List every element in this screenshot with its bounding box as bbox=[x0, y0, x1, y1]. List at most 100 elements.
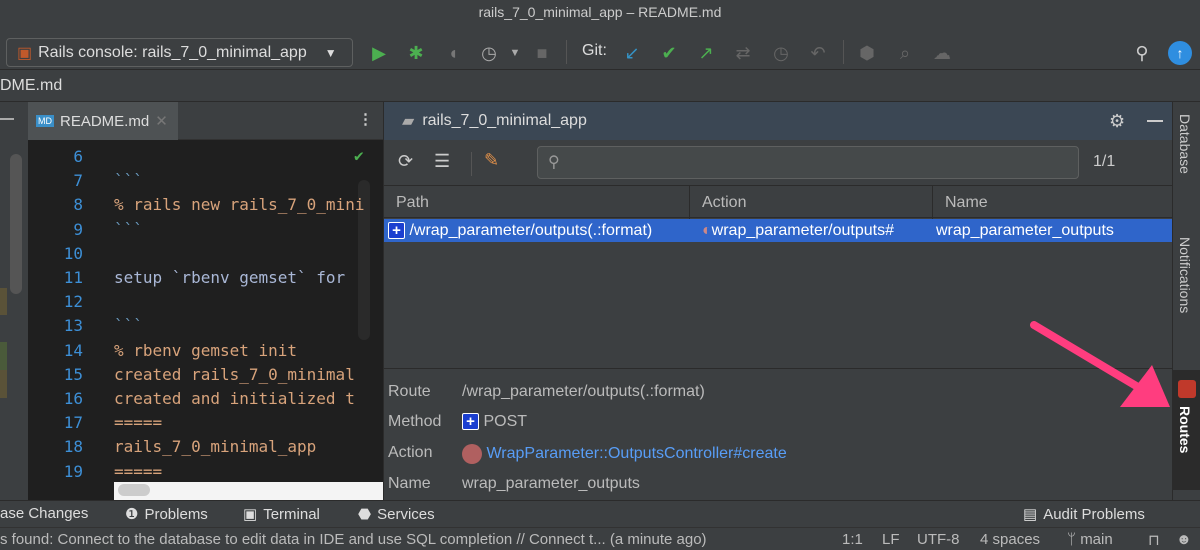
caret-position[interactable]: 1:1 bbox=[842, 531, 863, 548]
main-toolbar: ▣ Rails console: rails_7_0_minimal_app ▼… bbox=[0, 35, 1200, 70]
line-number: 15 bbox=[63, 364, 83, 384]
problems-label: Problems bbox=[144, 505, 208, 523]
line-number: 16 bbox=[63, 389, 83, 408]
column-name[interactable]: Name bbox=[933, 186, 1173, 219]
search-icon[interactable]: ⚲ bbox=[1130, 41, 1154, 65]
tool-db-changes[interactable]: ase Changes bbox=[0, 505, 88, 522]
code-line: setup `rbenv gemset` for bbox=[114, 268, 346, 287]
close-icon[interactable]: ✕ bbox=[155, 112, 168, 130]
code-line: ===== bbox=[114, 413, 163, 433]
line-number: 13 bbox=[63, 316, 83, 336]
line-number: 14 bbox=[63, 340, 83, 360]
filter-settings-icon[interactable]: ☰ bbox=[434, 151, 450, 172]
minimize-icon[interactable] bbox=[1147, 120, 1163, 122]
line-number: 17 bbox=[63, 413, 83, 433]
db-changes-label: ase Changes bbox=[0, 505, 89, 522]
run-config-select[interactable]: ▣ Rails console: rails_7_0_minimal_app ▼ bbox=[6, 38, 353, 67]
scrollbar[interactable] bbox=[10, 154, 22, 294]
route-label: Route bbox=[388, 383, 431, 400]
status-message[interactable]: s found: Connect to the database to edit… bbox=[0, 531, 707, 548]
chevron-down-icon[interactable]: ▼ bbox=[503, 41, 527, 65]
encoding[interactable]: UTF-8 bbox=[917, 531, 960, 548]
line-separator[interactable]: LF bbox=[882, 531, 900, 548]
git-branch[interactable]: ᛘ main bbox=[1067, 531, 1113, 548]
minimize-icon[interactable] bbox=[0, 118, 14, 120]
code-line: ``` bbox=[114, 219, 143, 239]
column-path[interactable]: Path bbox=[384, 186, 690, 219]
run-icon[interactable]: ▶ bbox=[367, 41, 391, 65]
post-method-icon: + bbox=[388, 222, 405, 240]
git-update-icon[interactable]: ↙ bbox=[620, 41, 644, 65]
pointer-arrow bbox=[1030, 321, 1170, 407]
hexagon-icon[interactable]: ⬢ bbox=[855, 41, 879, 65]
more-icon[interactable]: ⋮ bbox=[358, 110, 373, 128]
tool-database[interactable]: Database bbox=[1177, 114, 1193, 174]
column-action[interactable]: Action bbox=[690, 186, 933, 219]
line-number: 11 bbox=[63, 268, 83, 287]
code-area[interactable]: ✔ 6 7 ``` 8 % rails new rails_7_0_mini 9 ``` 10… bbox=[28, 140, 383, 500]
cloud-icon[interactable]: ☁ bbox=[930, 41, 954, 65]
line-number: 6 bbox=[73, 147, 83, 166]
row-path: /wrap_parameter/outputs(.:format) bbox=[409, 222, 653, 239]
debug-icon[interactable]: ✱ bbox=[404, 41, 428, 65]
routes-icon bbox=[1178, 380, 1196, 398]
code-line: % rails new rails_7_0_mini bbox=[114, 195, 365, 215]
row-action: wrap_parameter/outputs# bbox=[711, 222, 894, 239]
indent[interactable]: 4 spaces bbox=[980, 531, 1040, 548]
history-icon[interactable]: ◷ bbox=[769, 41, 793, 65]
git-merge-icon[interactable]: ⇄ bbox=[731, 41, 755, 65]
inspector-icon[interactable]: ☻ bbox=[1176, 531, 1192, 548]
post-method-icon: + bbox=[462, 413, 479, 431]
search-input[interactable]: ⚲ bbox=[537, 146, 1079, 179]
code-line: rails_7_0_minimal_app bbox=[114, 437, 317, 457]
controller-icon bbox=[462, 444, 482, 464]
branch-icon: ᛘ bbox=[1067, 531, 1077, 548]
title-bar: rails_7_0_minimal_app – README.md bbox=[0, 0, 1200, 35]
line-number: 19 bbox=[63, 461, 83, 481]
chevron-down-icon: ▼ bbox=[324, 45, 337, 60]
coverage-icon[interactable]: ◖ bbox=[441, 41, 465, 65]
navigation-bar: DME.md bbox=[0, 70, 1200, 102]
code-line: ``` bbox=[114, 171, 143, 191]
right-tool-strip: Database Notifications Routes bbox=[1172, 102, 1200, 500]
problems-icon: ❶ bbox=[125, 506, 139, 523]
code-line: ``` bbox=[114, 316, 143, 336]
stop-icon[interactable]: ■ bbox=[530, 41, 554, 65]
divider bbox=[471, 152, 472, 176]
terminal-label: Terminal bbox=[263, 505, 320, 523]
lock-icon[interactable]: ⊓ bbox=[1148, 531, 1160, 549]
tool-window-bar: ase Changes ❶ Problems ▣ Terminal ⬣ Service… bbox=[0, 500, 1200, 527]
line-number: 8 bbox=[73, 195, 83, 215]
update-icon[interactable]: ↑ bbox=[1168, 41, 1192, 65]
name-value: wrap_parameter_outputs bbox=[462, 475, 640, 492]
routes-title: rails_7_0_minimal_app bbox=[422, 112, 587, 129]
line-number: 18 bbox=[63, 437, 83, 457]
hide-mounted-icon[interactable]: ✎ bbox=[484, 150, 499, 171]
rollback-icon[interactable]: ↶ bbox=[806, 41, 830, 65]
tab-readme[interactable]: MD README.md ✕ bbox=[28, 102, 178, 140]
tool-notifications[interactable]: Notifications bbox=[1177, 237, 1193, 313]
refresh-icon[interactable]: ⟳ bbox=[398, 151, 413, 172]
run-config-label: Rails console: rails_7_0_minimal_app bbox=[38, 43, 307, 61]
tool-services[interactable]: ⬣ Services bbox=[358, 505, 435, 524]
line-number: 9 bbox=[73, 219, 83, 239]
tool-problems[interactable]: ❶ Problems bbox=[125, 505, 208, 524]
git-push-icon[interactable]: ↗ bbox=[694, 41, 718, 65]
window-title: rails_7_0_minimal_app – README.md bbox=[478, 4, 722, 20]
git-commit-icon[interactable]: ✔ bbox=[657, 41, 681, 65]
action-link[interactable]: WrapParameter::OutputsController#create bbox=[486, 445, 786, 462]
line-number: 7 bbox=[73, 171, 83, 191]
routes-header: ▰ rails_7_0_minimal_app ⚙ bbox=[384, 102, 1173, 140]
editor: MD README.md ✕ ⋮ ✔ 6 7 ``` 8 % rails new rai… bbox=[28, 102, 383, 500]
editor-tabs: MD README.md ✕ ⋮ bbox=[28, 102, 383, 140]
search-docs-icon[interactable]: ⌕ bbox=[893, 41, 917, 65]
breadcrumb[interactable]: DME.md bbox=[0, 77, 62, 94]
tool-audit-problems[interactable]: ▤ Audit Problems bbox=[1023, 505, 1145, 524]
git-label: Git: bbox=[582, 42, 607, 59]
divider bbox=[843, 40, 844, 64]
table-row[interactable]: + /wrap_parameter/outputs(.:format) ◐wra… bbox=[384, 219, 1173, 242]
tool-terminal[interactable]: ▣ Terminal bbox=[243, 505, 320, 524]
gear-icon[interactable]: ⚙ bbox=[1109, 111, 1125, 132]
profile-icon[interactable]: ◷ bbox=[477, 41, 501, 65]
horizontal-scrollbar[interactable] bbox=[114, 482, 383, 500]
